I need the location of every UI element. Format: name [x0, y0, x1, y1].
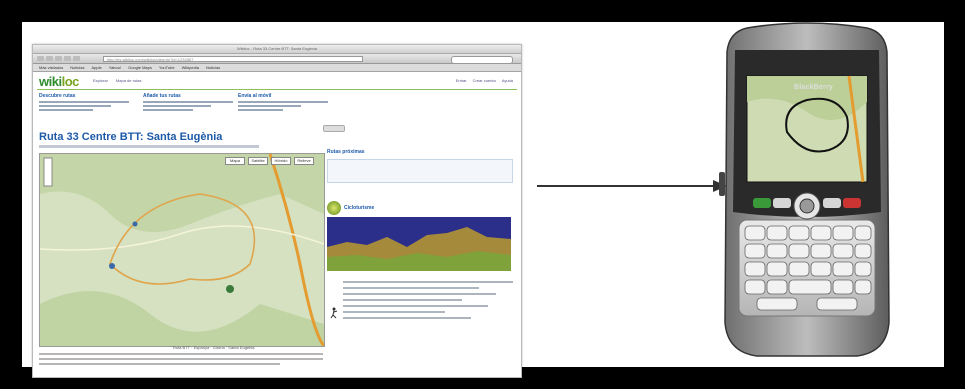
browser-toolbar: http://es.wikiloc.com/wikiloc/view.do?id… [33, 54, 521, 64]
bookmark-item[interactable]: YouTube [159, 64, 175, 71]
nearby-routes-box[interactable] [327, 159, 513, 183]
window-title: Wikiloc - Ruta 33 Centre BTT: Santa Eugè… [33, 45, 521, 54]
smartphone-device [719, 22, 890, 357]
bookmark-item[interactable]: Noticias [206, 64, 220, 71]
sidebar: Rutas próximas [327, 149, 513, 183]
trackball[interactable] [799, 198, 815, 214]
more-button[interactable] [323, 125, 345, 132]
back-button[interactable] [37, 56, 44, 61]
map-graphic [40, 154, 324, 346]
route-stats [343, 281, 513, 323]
map-type-button[interactable]: Híbrido [271, 157, 291, 165]
reload-button[interactable] [55, 56, 62, 61]
map-type-buttons: Mapa Satélite Híbrido Relieve [225, 157, 314, 165]
feature-text [143, 105, 211, 107]
feature-title[interactable]: Descubre rutas [39, 93, 129, 99]
menu-button[interactable] [773, 198, 791, 208]
bookmark-item[interactable]: Yahoo! [109, 64, 121, 71]
bookmark-item[interactable]: Wikipedia [182, 64, 199, 71]
bookmark-item[interactable]: Apple [91, 64, 101, 71]
bookmarks-bar: Más visitados Noticias Apple Yahoo! Goog… [33, 64, 521, 72]
nav-link[interactable]: Explorar [93, 78, 108, 83]
map-type-button[interactable]: Relieve [294, 157, 314, 165]
feature-text [238, 105, 301, 107]
waypoint-marker[interactable] [109, 263, 115, 269]
feature-block: Descubre rutas [39, 93, 129, 111]
route-description [39, 353, 323, 368]
stat-line [343, 299, 462, 301]
stop-button[interactable] [64, 56, 71, 61]
search-input[interactable] [451, 55, 513, 64]
stat-line [343, 311, 445, 313]
feature-block: Añade tus rutas [143, 93, 233, 111]
call-button[interactable] [753, 198, 771, 208]
stat-line [343, 293, 496, 295]
url-bar[interactable]: http://es.wikiloc.com/wikiloc/view.do?id… [103, 55, 363, 62]
text-line [39, 363, 281, 365]
sidebar-title[interactable]: Rutas próximas [327, 149, 513, 155]
feature-block: Envía al móvil [238, 93, 328, 111]
stat-line [343, 287, 479, 289]
feature-text [238, 109, 283, 111]
map-type-button[interactable]: Satélite [248, 157, 268, 165]
bookmark-item[interactable]: Google Maps [128, 64, 152, 71]
feature-title[interactable]: Envía al móvil [238, 93, 328, 99]
feature-text [143, 109, 193, 111]
forward-button[interactable] [46, 56, 53, 61]
bookmark-item[interactable]: Noticias [70, 64, 84, 71]
waypoint-marker[interactable] [132, 221, 138, 227]
route-title: Ruta 33 Centre BTT: Santa Eugènia [39, 131, 223, 143]
slide-canvas: Wikiloc - Ruta 33 Centre BTT: Santa Eugè… [22, 22, 944, 378]
end-call-button[interactable] [843, 198, 861, 208]
zoom-control[interactable] [43, 157, 53, 187]
avatar[interactable] [327, 200, 341, 215]
login-link[interactable]: Entrar [456, 78, 467, 83]
start-marker[interactable] [226, 285, 234, 293]
side-button[interactable] [719, 172, 725, 196]
feature-text [39, 101, 129, 103]
nav-link[interactable]: Mapa de rutas [116, 78, 142, 83]
feature-text [238, 101, 328, 103]
route-meta [39, 145, 259, 148]
elevation-graphic [327, 217, 511, 271]
stat-line [343, 281, 513, 283]
back-key[interactable] [823, 198, 841, 208]
account-links: Entrar Crear cuenta Ayuda [456, 78, 513, 83]
map-type-button[interactable]: Mapa [225, 157, 245, 165]
feature-title[interactable]: Añade tus rutas [143, 93, 233, 99]
map-caption: Ruta BTT · Espanya · Girona · Santa Eugè… [173, 345, 255, 350]
feature-text [39, 109, 93, 111]
header-divider [37, 89, 517, 90]
cyclist-icon [330, 307, 338, 319]
site-nav: Explorar Mapa de rutas [93, 78, 141, 83]
logo-part-a: wiki [39, 74, 62, 89]
stat-line [343, 305, 488, 307]
text-line [39, 358, 323, 360]
arrow-icon [537, 180, 727, 192]
bookmark-item[interactable]: Más visitados [39, 64, 63, 71]
route-map[interactable]: Mapa Satélite Híbrido Relieve [39, 153, 325, 347]
home-button[interactable] [73, 56, 80, 61]
feature-text [39, 105, 111, 107]
author-name[interactable]: Cicloturisme [344, 205, 374, 211]
help-link[interactable]: Ayuda [502, 78, 513, 83]
stat-line [343, 317, 471, 319]
signup-link[interactable]: Crear cuenta [473, 78, 496, 83]
route-author[interactable]: Cicloturisme [327, 199, 374, 217]
phone-brand-logo: BlackBerry [794, 84, 833, 91]
browser-screenshot: Wikiloc - Ruta 33 Centre BTT: Santa Eugè… [32, 44, 522, 378]
logo-part-b: loc [61, 74, 80, 89]
site-logo[interactable]: wikiloc [39, 74, 79, 89]
feature-text [143, 101, 233, 103]
text-line [39, 353, 323, 355]
elevation-profile [327, 217, 511, 271]
